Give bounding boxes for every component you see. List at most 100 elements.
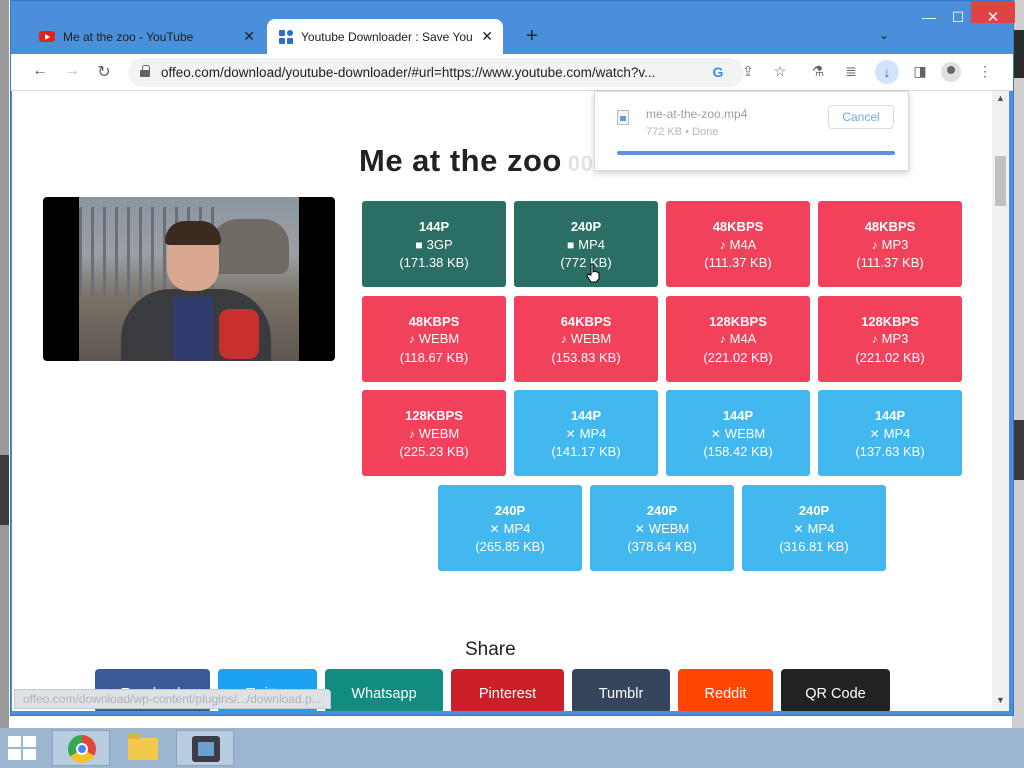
youtube-icon (39, 31, 55, 42)
download-format-button[interactable]: 144P ■ 3GP (171.38 KB) (362, 201, 506, 287)
format-container: M4A (729, 236, 757, 252)
movie-maker-icon[interactable] (176, 730, 234, 766)
tab-close-icon[interactable]: ✕ (481, 28, 493, 45)
format-size: (158.42 KB) (703, 444, 773, 459)
muted-icon: ✕ (710, 426, 721, 441)
media-icon[interactable]: ≣ (841, 63, 861, 80)
download-format-button[interactable]: 64KBPS ♪ WEBM (153.83 KB) (514, 295, 658, 382)
profile-icon[interactable] (941, 62, 961, 82)
forward-button[interactable]: → (62, 62, 82, 80)
download-format-button[interactable]: 240P ✕ MP4 (316.81 KB) (742, 485, 886, 571)
tab-close-icon[interactable]: ✕ (243, 28, 255, 45)
format-type: ■ 3GP (362, 236, 506, 255)
share-whatsapp-button[interactable]: Whatsapp (325, 669, 443, 711)
music-icon: ♪ (408, 332, 415, 346)
share-icon[interactable]: ⇪ (738, 63, 758, 80)
format-quality: 64KBPS (560, 313, 612, 329)
lock-icon[interactable] (140, 65, 150, 77)
chrome-icon[interactable] (52, 730, 110, 766)
format-type: ♪ WEBM (362, 330, 506, 349)
thumbnail-image (79, 197, 299, 361)
format-size: (141.17 KB) (551, 444, 621, 459)
share-tumblr-button[interactable]: Tumblr (572, 669, 670, 711)
music-icon: ♪ (719, 237, 726, 252)
page-scrollbar[interactable]: ▲ ▼ (992, 91, 1009, 711)
person-hair-shape (165, 221, 221, 245)
download-status: 772 KB • Done (646, 126, 719, 138)
download-icon[interactable]: ↓ (875, 60, 899, 84)
download-format-button[interactable]: 144P ✕ WEBM (158.42 KB) (666, 390, 810, 476)
format-quality: 48KBPS (408, 313, 460, 329)
format-container: MP3 (881, 331, 909, 346)
file-icon (617, 110, 629, 125)
tab-youtube[interactable]: Me at the zoo - YouTube ✕ (31, 19, 265, 54)
star-icon[interactable]: ☆ (770, 63, 790, 80)
share-heading: Share (465, 639, 516, 660)
format-size: (316.81 KB) (779, 539, 849, 554)
download-format-button[interactable]: 240P ✕ WEBM (378.64 KB) (590, 485, 734, 571)
format-quality: 240P (494, 503, 526, 518)
cancel-button[interactable]: Cancel (828, 105, 894, 129)
reload-button[interactable]: ↻ (94, 62, 114, 82)
format-container: MP3 (881, 236, 909, 252)
muted-icon: ✕ (793, 521, 804, 536)
format-type: ♪ MP3 (818, 330, 962, 349)
scroll-down-icon[interactable]: ▼ (996, 695, 1005, 705)
menu-icon[interactable]: ⋮ (975, 63, 995, 80)
format-type: ♪ WEBM (362, 425, 506, 444)
page-content: Me at the zoo00:19 144P■3GP(171.38 KB) 24… (12, 91, 992, 711)
music-icon: ♪ (871, 332, 878, 346)
extension-icon[interactable]: ⚗ (808, 63, 828, 80)
music-icon: ♪ (560, 332, 567, 346)
download-format-button[interactable]: 128KBPS ♪ WEBM (225.23 KB) (362, 390, 506, 476)
download-format-button[interactable]: 128KBPS ♪ M4A (221.02 KB) (666, 295, 810, 382)
format-type: ✕ WEBM (666, 425, 810, 444)
format-quality: 48KBPS (712, 219, 764, 234)
download-format-button[interactable]: 144P ✕ MP4 (141.17 KB) (514, 390, 658, 476)
format-quality: 240P (798, 503, 830, 518)
sidepanel-icon[interactable]: ◨ (910, 63, 930, 80)
video-thumbnail[interactable] (43, 197, 335, 361)
hand-cursor-icon (586, 263, 600, 283)
download-format-button[interactable]: 240P ✕ MP4 (265.85 KB) (438, 485, 582, 571)
muted-icon: ✕ (869, 426, 880, 441)
format-type: ✕ MP4 (438, 520, 582, 539)
google-icon[interactable]: G (708, 64, 728, 80)
muted-icon: ✕ (634, 521, 645, 536)
format-size: (153.83 KB) (551, 349, 621, 365)
chrome-window: Me at the zoo - YouTube ✕ Youtube Downlo… (10, 0, 1015, 716)
url-text[interactable]: offeo.com/download/youtube-downloader/#u… (161, 65, 701, 80)
download-filename[interactable]: me-at-the-zoo.mp4 (646, 107, 747, 121)
tab-search-icon[interactable]: ⌄ (879, 28, 889, 42)
download-format-button[interactable]: 144P ✕ MP4 (137.63 KB) (818, 390, 962, 476)
maximize-button[interactable]: ☐ (943, 7, 973, 27)
format-quality: 48KBPS (864, 219, 916, 234)
download-format-button[interactable]: 48KBPS ♪ WEBM (118.67 KB) (362, 295, 506, 382)
download-progress-bar (617, 151, 895, 155)
scrollbar-thumb[interactable] (995, 156, 1006, 206)
format-type: ✕ MP4 (514, 425, 658, 444)
format-type: ✕ MP4 (818, 425, 962, 444)
new-tab-button[interactable]: + (526, 26, 538, 46)
scroll-up-icon[interactable]: ▲ (996, 93, 1005, 103)
format-size: (378.64 KB) (627, 539, 697, 554)
download-format-button[interactable]: 48KBPS ♪ MP3 (111.37 KB) (818, 201, 962, 287)
share-qr-code-button[interactable]: QR Code (781, 669, 890, 711)
offeo-icon (279, 29, 293, 44)
file-explorer-icon[interactable] (114, 730, 172, 766)
video-title: Me at the zoo00:19 (359, 143, 627, 179)
tab-downloader[interactable]: Youtube Downloader : Save Yout ✕ (267, 19, 503, 54)
format-size: (265.85 KB) (475, 539, 545, 554)
share-reddit-button[interactable]: Reddit (678, 669, 773, 711)
share-pinterest-button[interactable]: Pinterest (451, 669, 564, 711)
minimize-button[interactable]: — (914, 7, 944, 27)
back-button[interactable]: ← (30, 62, 50, 80)
format-type: ■ MP4 (514, 236, 658, 255)
download-format-button[interactable]: 128KBPS ♪ MP3 (221.02 KB) (818, 295, 962, 382)
close-window-button[interactable]: ✕ (971, 1, 1015, 26)
format-quality: 144P (722, 408, 754, 423)
start-icon[interactable] (8, 736, 38, 760)
download-format-button[interactable]: 48KBPS ♪ M4A (111.37 KB) (666, 201, 810, 287)
address-bar[interactable]: offeo.com/download/youtube-downloader/#u… (128, 58, 744, 87)
format-size: (221.02 KB) (703, 349, 773, 365)
